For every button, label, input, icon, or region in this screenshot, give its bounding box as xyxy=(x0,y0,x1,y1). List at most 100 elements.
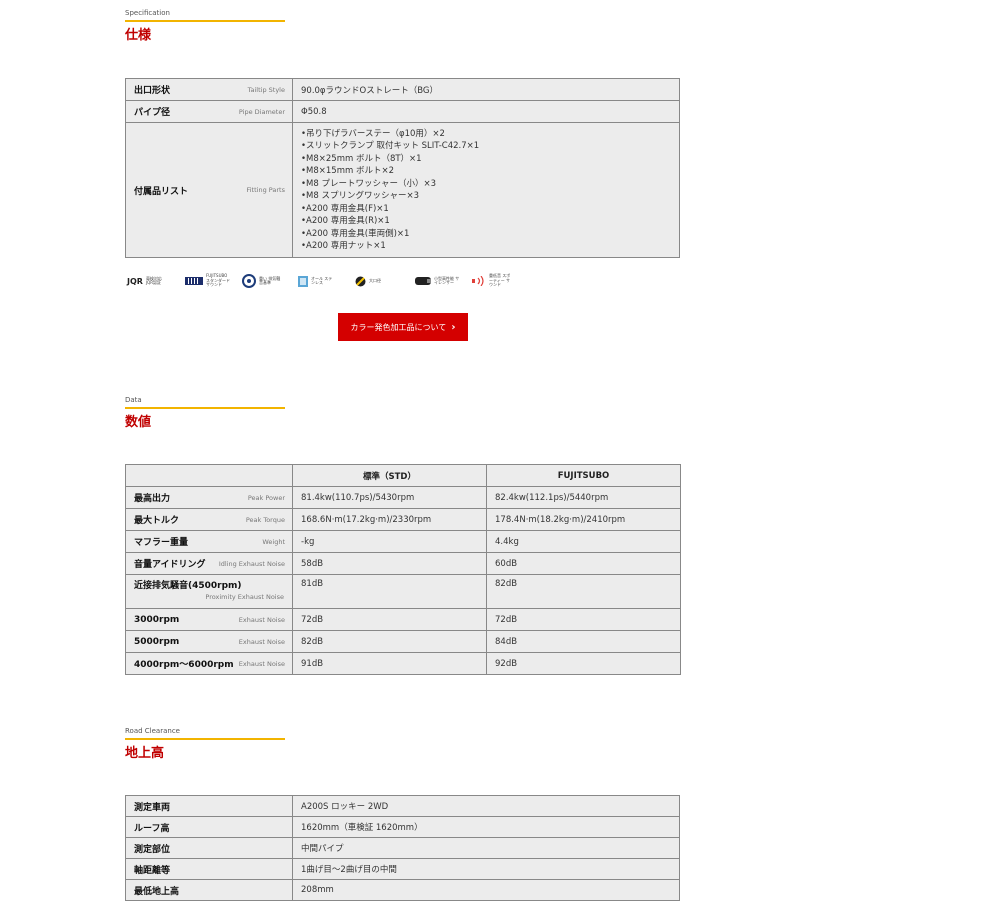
row-value: 1620mm（車検証 1620mm） xyxy=(292,816,680,838)
label-jp: パイプ径 xyxy=(134,108,171,118)
label-en: Tailtip Style xyxy=(247,85,285,94)
logo-text: 大口径 xyxy=(369,277,381,283)
list-item: •M8 スプリングワッシャー×3 xyxy=(301,191,419,201)
oval-logo: 大口径 xyxy=(355,274,383,288)
fujitsubo-value: 60dB xyxy=(486,552,681,575)
logo-text: 重い 排気騒音基準 xyxy=(259,275,281,285)
table-row: 最高出力 Peak Power 81.4kw(110.7ps)/5430rpm … xyxy=(125,486,681,509)
table-row: 軸距離等 1曲げ目〜2曲げ目の中間 xyxy=(125,858,680,880)
pipe-icon xyxy=(242,274,256,288)
row-value: 1曲げ目〜2曲げ目の中間 xyxy=(292,858,680,880)
std-value: 82dB xyxy=(292,630,487,653)
std-value: 72dB xyxy=(292,608,487,631)
label-jp: 最低地上高 xyxy=(134,886,180,897)
fujitsubo-value: 82dB xyxy=(486,574,681,609)
label-jp: 5000rpm xyxy=(134,636,180,647)
logo-text: 車検対応 JQR認証 xyxy=(145,275,162,285)
std-value: 81dB xyxy=(292,574,487,609)
fujitsubo-sound-logo: FUJITSUBO スタンダード サウンド xyxy=(185,274,232,288)
row-label: 付属品リスト Fitting Parts xyxy=(125,122,293,258)
row-label: 音量アイドリング Idling Exhaust Noise xyxy=(125,552,293,575)
jqr-mark: JQR xyxy=(127,276,143,286)
row-label: 5000rpm Exhaust Noise xyxy=(125,630,293,653)
table-row: 測定車両 A200S ロッキー 2WD xyxy=(125,795,680,817)
stainless-logo: オール ステンレス xyxy=(298,274,333,288)
section-rule xyxy=(125,20,285,22)
logo-text: FUJITSUBO スタンダード サウンド xyxy=(206,273,230,288)
section-rule xyxy=(125,407,285,409)
label-en: Proximity Exhaust Noise xyxy=(205,593,284,601)
row-label: パイプ径 Pipe Diameter xyxy=(125,100,293,123)
data-table: 標準（STD） FUJITSUBO 最高出力 Peak Power 81.4kw… xyxy=(125,464,681,675)
fujitsubo-value: 72dB xyxy=(486,608,681,631)
label-en: Exhaust Noise xyxy=(238,659,285,668)
button-label: カラー発色加工品について xyxy=(350,322,447,332)
spec-table: 出口形状 Tailtip Style 90.0φラウンドOストレート（BG） パ… xyxy=(125,78,680,258)
chevron-right-icon: › xyxy=(451,321,456,333)
section-subtitle: Specification xyxy=(125,9,170,17)
label-jp: 最大トルク xyxy=(134,516,180,526)
table-row: マフラー重量 Weight -kg 4.4kg xyxy=(125,530,681,553)
table-row: 測定部位 中間パイプ xyxy=(125,837,680,859)
feature-logos: JQR 車検対応 JQR認証 FUJITSUBO スタンダード サウンド 重い … xyxy=(125,270,525,292)
list-item: •M8×15mm ボルト×2 xyxy=(301,166,394,176)
spec-section-head: Specification 仕様 xyxy=(125,8,285,44)
stainless-icon xyxy=(298,275,308,287)
label-jp: ルーフ高 xyxy=(134,823,170,834)
label-jp: 近接排気騒音(4500rpm) xyxy=(134,581,242,591)
road-clearance-table: 測定車両 A200S ロッキー 2WD ルーフ高 1620mm（車検証 1620… xyxy=(125,795,680,901)
list-item: •M8 プレートワッシャー（小）×3 xyxy=(301,178,436,189)
logo-text: 重低音 スポーティー サウンド xyxy=(489,273,511,288)
fujitsubo-value: 178.4N·m(18.2kg·m)/2410rpm xyxy=(486,508,681,531)
table-row: 5000rpm Exhaust Noise 82dB 84dB xyxy=(125,630,681,653)
table-row: 4000rpm〜6000rpm Exhaust Noise 91dB 92dB xyxy=(125,652,681,675)
row-value: 中間パイプ xyxy=(292,837,680,859)
label-jp: 軸距離等 xyxy=(134,865,171,876)
list-item: •A200 専用金具(車両側)×1 xyxy=(301,228,410,239)
label-en: Fitting Parts xyxy=(246,186,285,194)
label-en: Weight xyxy=(262,537,285,546)
list-item: •A200 専用ナット×1 xyxy=(301,241,386,251)
silencer-logo: 小型高性能 サイレンサー xyxy=(415,274,460,288)
row-label: 3000rpm Exhaust Noise xyxy=(125,608,293,631)
section-subtitle: Road Clearance xyxy=(125,727,180,735)
label-jp: 音量アイドリング xyxy=(134,560,206,570)
label-en: Pipe Diameter xyxy=(238,107,285,116)
row-label: 測定車両 xyxy=(125,795,293,817)
row-label: 最低地上高 xyxy=(125,879,293,901)
row-label: 近接排気騒音(4500rpm) Proximity Exhaust Noise xyxy=(125,574,293,609)
jqr-logo: JQR 車検対応 JQR認証 xyxy=(127,274,170,288)
fujitsubo-value: 4.4kg xyxy=(486,530,681,553)
sound-icon xyxy=(472,276,484,286)
section-subtitle: Data xyxy=(125,396,142,404)
label-jp: 測定車両 xyxy=(134,802,171,813)
row-label: 4000rpm〜6000rpm Exhaust Noise xyxy=(125,652,293,675)
label-en: Idling Exhaust Noise xyxy=(218,559,285,568)
list-item: •M8×25mm ボルト（8T）×1 xyxy=(301,153,422,164)
color-processing-button[interactable]: カラー発色加工品について › xyxy=(338,313,468,341)
row-value: 208mm xyxy=(292,879,680,901)
logo-text: 小型高性能 サイレンサー xyxy=(434,275,460,285)
std-value: 58dB xyxy=(292,552,487,575)
road-section-head: Road Clearance 地上高 xyxy=(125,726,285,762)
std-value: 91dB xyxy=(292,652,487,675)
std-value: 168.6N·m(17.2kg·m)/2330rpm xyxy=(292,508,487,531)
label-en: Exhaust Noise xyxy=(238,637,285,646)
label-jp: 測定部位 xyxy=(134,844,171,855)
list-item: •A200 専用金具(F)×1 xyxy=(301,203,389,214)
table-row: ルーフ高 1620mm（車検証 1620mm） xyxy=(125,816,680,838)
pipe-logo: 重い 排気騒音基準 xyxy=(242,274,283,288)
label-jp: 付属品リスト xyxy=(134,186,189,197)
section-rule xyxy=(125,738,285,740)
section-title: 仕様 xyxy=(125,28,152,43)
list-item: •スリットクランプ 取付キット SLIT-C42.7×1 xyxy=(301,141,480,151)
list-item: •吊り下げラバーステー（φ10用）×2 xyxy=(301,128,445,139)
row-value: 90.0φラウンドOストレート（BG） xyxy=(292,78,680,101)
list-item: •A200 専用金具(R)×1 xyxy=(301,216,390,226)
table-row: 最低地上高 208mm xyxy=(125,879,680,901)
table-row: 音量アイドリング Idling Exhaust Noise 58dB 60dB xyxy=(125,552,681,575)
row-label: 出口形状 Tailtip Style xyxy=(125,78,293,101)
table-row: 3000rpm Exhaust Noise 72dB 72dB xyxy=(125,608,681,631)
fujitsubo-value: 82.4kw(112.1ps)/5440rpm xyxy=(486,486,681,509)
label-en: Exhaust Noise xyxy=(238,615,285,624)
